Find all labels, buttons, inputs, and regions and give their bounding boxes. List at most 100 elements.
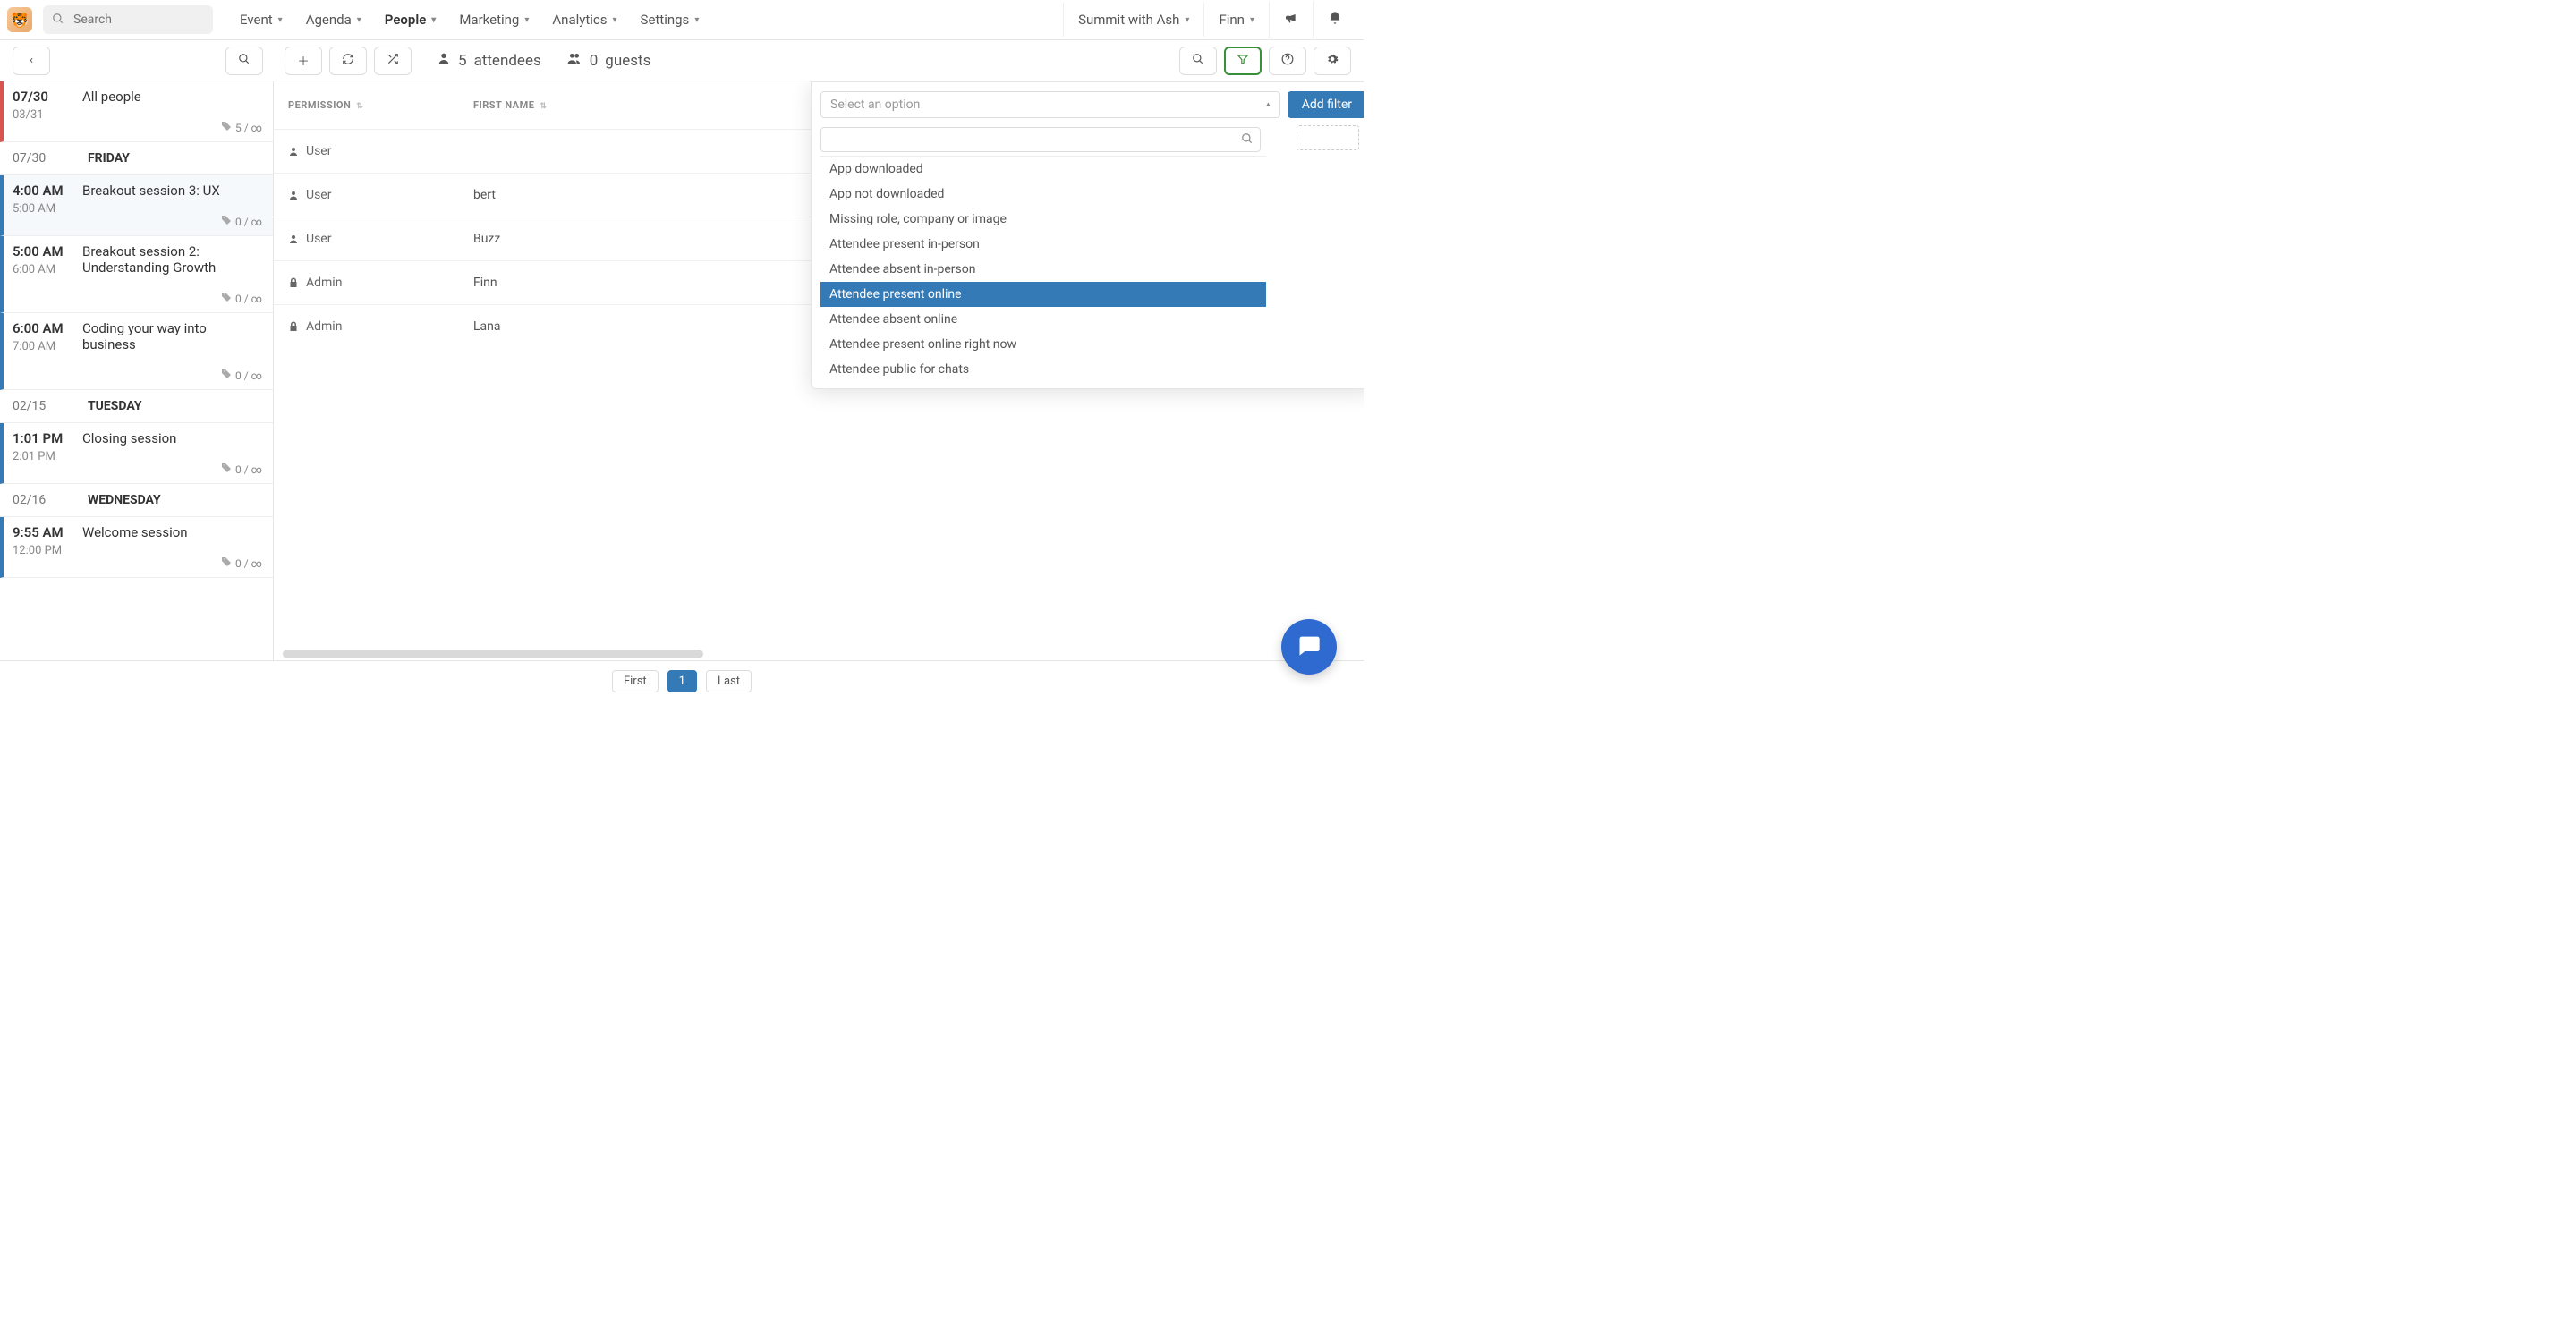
event-start: 1:01 PM: [13, 430, 82, 446]
people-icon: [566, 51, 582, 70]
first-name-cell: Buzz: [459, 217, 642, 261]
event-times: 1:01 PM 2:01 PM: [13, 430, 82, 476]
user-menu[interactable]: Finn ▾: [1203, 3, 1269, 37]
settings-button[interactable]: [1314, 47, 1351, 75]
user-label: Finn: [1219, 12, 1245, 28]
sort-icon: ⇅: [540, 102, 547, 111]
search-icon: [52, 13, 64, 29]
event-body: Coding your way into business 0 / ∞: [82, 320, 262, 382]
event-times: 5:00 AM6:00 AM: [13, 243, 82, 305]
megaphone-icon: [1284, 11, 1298, 29]
sort-icon: ⇅: [356, 102, 363, 111]
sidebar-event[interactable]: 5:00 AM6:00 AMBreakout session 2: Unders…: [0, 236, 273, 313]
lock-icon: [288, 321, 299, 332]
user-icon: [288, 146, 299, 157]
filter-option[interactable]: Attendee absent online: [820, 307, 1266, 332]
refresh-icon: [342, 53, 354, 69]
filter-field-select[interactable]: Select an option ▴: [820, 91, 1280, 118]
nav-item-marketing[interactable]: Marketing▾: [448, 3, 540, 37]
event-times: 4:00 AM5:00 AM: [13, 183, 82, 228]
column-header[interactable]: FIRST NAME⇅: [459, 81, 642, 130]
refresh-button[interactable]: [329, 47, 367, 75]
page-first-button[interactable]: First: [612, 670, 659, 692]
chevron-down-icon: ▾: [1185, 15, 1189, 25]
page-last-button[interactable]: Last: [706, 670, 752, 692]
guests-count: 0: [590, 52, 599, 70]
attendees-stat: 5 attendees: [437, 51, 541, 70]
permission-cell: Admin: [288, 319, 445, 334]
help-button[interactable]: [1269, 47, 1306, 75]
notifications-button[interactable]: [1313, 2, 1356, 38]
event-start: 5:00 AM: [13, 243, 82, 259]
day-label: TUESDAY: [88, 399, 142, 413]
sidebar-event[interactable]: 07/3003/31All people5 / ∞: [0, 81, 273, 142]
chevron-left-icon: ‹: [30, 54, 33, 67]
chevron-down-icon: ▾: [278, 15, 283, 25]
app-logo[interactable]: 🐯: [7, 7, 32, 32]
event-title: Coding your way into business: [82, 320, 262, 352]
table-search-button[interactable]: [1179, 47, 1217, 75]
sidebar-day-header: 07/30FRIDAY: [0, 142, 273, 175]
nav-item-event[interactable]: Event▾: [229, 3, 293, 37]
sidebar-day-header: 02/15TUESDAY: [0, 390, 273, 423]
add-filter-button[interactable]: Add filter: [1288, 91, 1364, 118]
gear-icon: [1326, 53, 1339, 69]
tags-icon: [221, 292, 232, 305]
nav-label: Marketing: [459, 12, 519, 28]
nav-label: Settings: [641, 12, 690, 28]
permission-cell: User: [288, 188, 445, 202]
sidebar-search-button[interactable]: [225, 47, 263, 75]
person-icon: [437, 51, 451, 70]
chevron-down-icon: ▾: [1250, 15, 1254, 25]
filter-option[interactable]: Attendee present online: [820, 282, 1266, 307]
event-capacity: 0 / ∞: [82, 556, 262, 570]
filter-option[interactable]: Attendee present in-person: [820, 232, 1266, 257]
event-title: All people: [82, 89, 262, 105]
event-times: 07/3003/31: [13, 89, 82, 134]
filter-button[interactable]: [1224, 47, 1262, 75]
event-capacity: 0 / ∞: [82, 369, 262, 382]
column-header[interactable]: PERMISSION⇅: [274, 81, 459, 130]
event-start: 07/30: [13, 89, 82, 105]
back-button[interactable]: ‹: [13, 47, 50, 75]
event-body: Breakout session 3: UX0 / ∞: [82, 183, 262, 228]
filter-option[interactable]: Attendee present online right now: [820, 332, 1266, 357]
nav-item-agenda[interactable]: Agenda▾: [295, 3, 372, 37]
chevron-down-icon: ▾: [431, 15, 436, 25]
summit-label: Summit with Ash: [1078, 12, 1179, 28]
filter-option[interactable]: App downloaded: [820, 157, 1266, 182]
user-icon: [288, 234, 299, 244]
search-icon: [1192, 53, 1204, 69]
nav-item-people[interactable]: People▾: [374, 3, 447, 37]
summit-selector[interactable]: Summit with Ash ▾: [1063, 3, 1203, 37]
shuffle-button[interactable]: [374, 47, 412, 75]
sidebar-event[interactable]: 9:55 AM12:00 PMWelcome session0 / ∞: [0, 517, 273, 578]
sidebar: 07/3003/31All people5 / ∞07/30FRIDAY4:00…: [0, 81, 274, 660]
top-nav: 🐯 Event▾Agenda▾People▾Marketing▾Analytic…: [0, 0, 1364, 40]
sidebar-event[interactable]: 1:01 PM2:01 PMClosing session0 / ∞: [0, 423, 273, 484]
sidebar-event[interactable]: 6:00 AM7:00 AMCoding your way into busin…: [0, 313, 273, 390]
event-title: Breakout session 2: Understanding Growth: [82, 243, 262, 276]
nav-item-analytics[interactable]: Analytics▾: [541, 3, 627, 37]
search-input[interactable]: [43, 5, 213, 34]
page-number-button[interactable]: 1: [667, 670, 697, 692]
filter-option[interactable]: Missing role, company or image: [820, 207, 1266, 232]
chat-button[interactable]: [1281, 619, 1337, 675]
event-end: 2:01 PM: [13, 450, 82, 463]
announcements-button[interactable]: [1269, 2, 1313, 38]
sidebar-event[interactable]: 4:00 AM5:00 AMBreakout session 3: UX0 / …: [0, 175, 273, 236]
chat-icon: [1297, 633, 1322, 661]
horizontal-scrollbar[interactable]: [283, 650, 703, 658]
event-title: Welcome session: [82, 524, 262, 540]
filter-chip-placeholder: [1297, 125, 1359, 150]
add-button[interactable]: ＋: [285, 47, 322, 75]
nav-item-settings[interactable]: Settings▾: [630, 3, 710, 37]
filter-options-list[interactable]: App downloadedApp not downloadedMissing …: [820, 156, 1266, 379]
first-name-cell: Finn: [459, 261, 642, 305]
tags-icon: [221, 463, 232, 476]
event-start: 4:00 AM: [13, 183, 82, 199]
filter-option[interactable]: Attendee absent in-person: [820, 257, 1266, 282]
filter-option[interactable]: Attendee public for chats: [820, 357, 1266, 379]
filter-option[interactable]: App not downloaded: [820, 182, 1266, 207]
filter-search-input[interactable]: [820, 127, 1261, 152]
